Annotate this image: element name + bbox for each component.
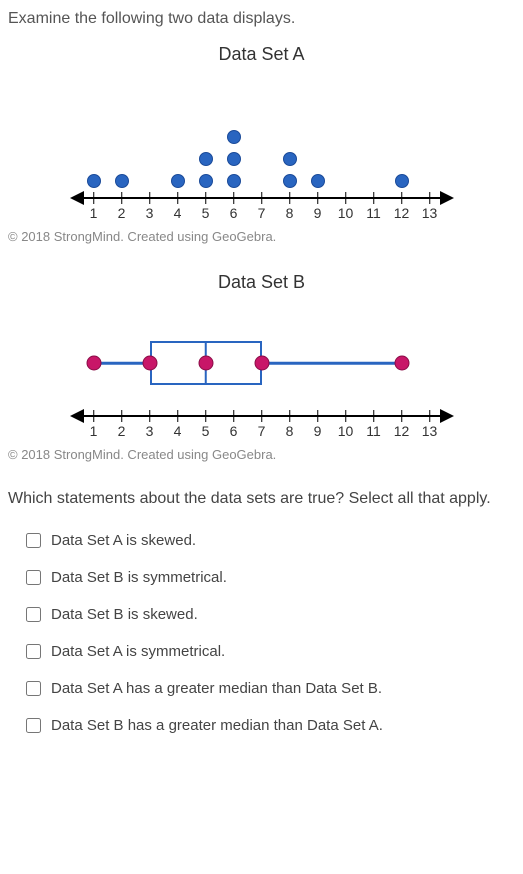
option-checkbox[interactable] bbox=[26, 607, 41, 622]
boxplot-point-min bbox=[86, 356, 101, 371]
option-label[interactable]: Data Set B is symmetrical. bbox=[51, 569, 227, 586]
option-row: Data Set B is symmetrical. bbox=[26, 569, 515, 586]
option-checkbox[interactable] bbox=[26, 533, 41, 548]
data-dot bbox=[227, 130, 241, 144]
tick-label: 11 bbox=[366, 423, 381, 439]
boxplot-point-median bbox=[198, 356, 213, 371]
tick-label: 13 bbox=[422, 205, 438, 221]
option-row: Data Set B has a greater median than Dat… bbox=[26, 717, 515, 734]
tick-label: 8 bbox=[286, 423, 294, 439]
chart-a-title: Data Set A bbox=[8, 44, 515, 65]
tick-label: 2 bbox=[118, 205, 126, 221]
dotplot-area bbox=[72, 95, 452, 185]
tick-label: 7 bbox=[258, 423, 266, 439]
option-row: Data Set A is skewed. bbox=[26, 532, 515, 549]
whisker-right bbox=[262, 362, 402, 365]
option-checkbox[interactable] bbox=[26, 644, 41, 659]
data-dot bbox=[171, 174, 185, 188]
tick-label: 12 bbox=[394, 423, 410, 439]
data-dot bbox=[283, 152, 297, 166]
tick-label: 9 bbox=[314, 205, 322, 221]
chart-a-container: 12345678910111213 bbox=[72, 95, 452, 223]
option-row: Data Set A has a greater median than Dat… bbox=[26, 680, 515, 697]
tick-label: 6 bbox=[230, 423, 238, 439]
tick-label: 12 bbox=[394, 205, 410, 221]
tick-label: 5 bbox=[202, 423, 210, 439]
tick-label: 1 bbox=[90, 423, 98, 439]
chart-b-title: Data Set B bbox=[8, 272, 515, 293]
option-label[interactable]: Data Set B is skewed. bbox=[51, 606, 198, 623]
data-dot bbox=[199, 174, 213, 188]
tick-label: 11 bbox=[366, 205, 381, 221]
boxplot-point-max bbox=[394, 356, 409, 371]
tick-label: 7 bbox=[258, 205, 266, 221]
tick-label: 2 bbox=[118, 423, 126, 439]
axis-line-a bbox=[72, 197, 452, 199]
option-row: Data Set B is skewed. bbox=[26, 606, 515, 623]
data-dot bbox=[395, 174, 409, 188]
chart-b-container: 12345678910111213 bbox=[72, 323, 452, 441]
option-checkbox[interactable] bbox=[26, 681, 41, 696]
tick-label: 8 bbox=[286, 205, 294, 221]
tick-label: 4 bbox=[174, 205, 182, 221]
tick-label: 4 bbox=[174, 423, 182, 439]
tick-labels-a: 12345678910111213 bbox=[72, 203, 452, 223]
instruction-text: Examine the following two data displays. bbox=[8, 10, 515, 28]
axis-line-b bbox=[72, 415, 452, 417]
tick-label: 1 bbox=[90, 205, 98, 221]
tick-label: 13 bbox=[422, 423, 438, 439]
question-text: Which statements about the data sets are… bbox=[8, 490, 515, 508]
option-row: Data Set A is symmetrical. bbox=[26, 643, 515, 660]
data-dot bbox=[283, 174, 297, 188]
copyright-b: © 2018 StrongMind. Created using GeoGebr… bbox=[8, 447, 515, 462]
option-checkbox[interactable] bbox=[26, 570, 41, 585]
data-dot bbox=[227, 174, 241, 188]
boxplot-area bbox=[72, 323, 452, 403]
tick-label: 3 bbox=[146, 205, 154, 221]
options-list: Data Set A is skewed. Data Set B is symme… bbox=[8, 532, 515, 734]
option-label[interactable]: Data Set B has a greater median than Dat… bbox=[51, 717, 383, 734]
tick-label: 3 bbox=[146, 423, 154, 439]
data-dot bbox=[115, 174, 129, 188]
copyright-a: © 2018 StrongMind. Created using GeoGebr… bbox=[8, 229, 515, 244]
tick-labels-b: 12345678910111213 bbox=[72, 421, 452, 441]
boxplot-point-q3 bbox=[254, 356, 269, 371]
option-label[interactable]: Data Set A has a greater median than Dat… bbox=[51, 680, 382, 697]
data-dot bbox=[227, 152, 241, 166]
tick-label: 6 bbox=[230, 205, 238, 221]
data-dot bbox=[199, 152, 213, 166]
option-checkbox[interactable] bbox=[26, 718, 41, 733]
data-dot bbox=[311, 174, 325, 188]
tick-label: 5 bbox=[202, 205, 210, 221]
option-label[interactable]: Data Set A is symmetrical. bbox=[51, 643, 225, 660]
data-dot bbox=[87, 174, 101, 188]
option-label[interactable]: Data Set A is skewed. bbox=[51, 532, 196, 549]
boxplot-point-q1 bbox=[142, 356, 157, 371]
tick-label: 9 bbox=[314, 423, 322, 439]
tick-label: 10 bbox=[338, 423, 354, 439]
tick-label: 10 bbox=[338, 205, 354, 221]
